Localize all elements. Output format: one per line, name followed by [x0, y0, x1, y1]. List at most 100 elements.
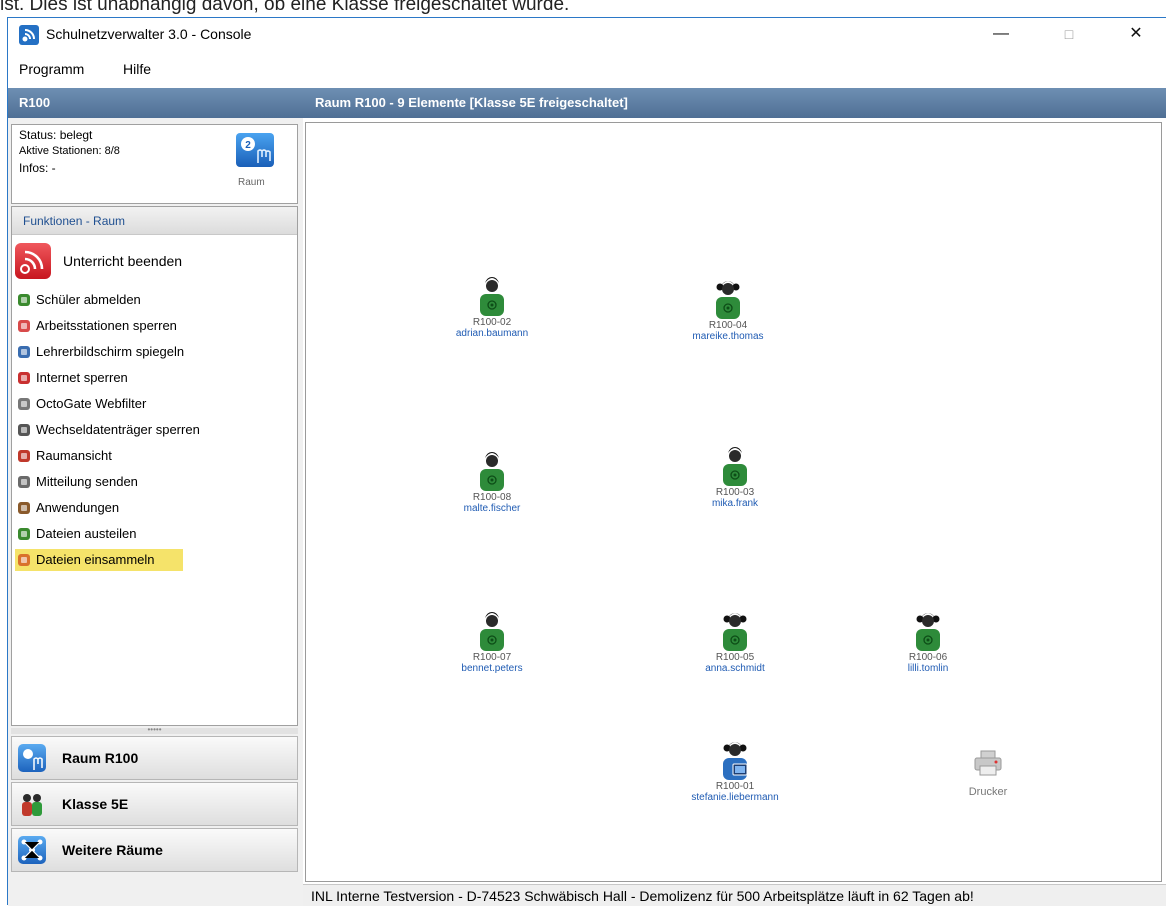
- svg-text:2: 2: [245, 140, 251, 151]
- workstation-r100-06[interactable]: R100-06 lilli.tomlin: [873, 608, 983, 688]
- applications-icon: [18, 502, 30, 514]
- minimize-button[interactable]: —: [978, 18, 1024, 50]
- panel-splitter[interactable]: •••••: [11, 726, 298, 734]
- station-user: mika.frank: [711, 498, 759, 509]
- station-user: stefanie.liebermann: [691, 792, 779, 803]
- student-icon: [716, 281, 740, 319]
- room-view-icon: [18, 450, 30, 462]
- window-title: Schulnetzverwalter 3.0 - Console: [46, 26, 252, 42]
- menu-programm[interactable]: Programm: [19, 61, 84, 77]
- app-icon: [19, 25, 39, 45]
- usb-lock-icon: [18, 424, 30, 436]
- nav-raum-r100[interactable]: Raum R100: [11, 736, 298, 780]
- station-id: R100-07: [472, 652, 512, 663]
- station-user: lilli.tomlin: [907, 663, 949, 674]
- internet-lock-icon: [18, 372, 30, 384]
- workstation-r100-08[interactable]: R100-08 malte.fischer: [437, 448, 547, 528]
- raum-icon[interactable]: 2: [236, 133, 274, 167]
- lock-station-icon: [18, 320, 30, 332]
- app-window: Schulnetzverwalter 3.0 - Console — □ ✕ P…: [7, 17, 1166, 906]
- student-icon: [480, 452, 504, 491]
- function-label: Schüler abmelden: [36, 292, 141, 307]
- room-active-stations: Aktive Stationen: 8/8: [19, 145, 120, 157]
- raum-label: Raum: [238, 177, 265, 188]
- network-nav-icon: [18, 836, 46, 864]
- workstation-r100-05[interactable]: R100-05 anna.schmidt: [680, 608, 790, 688]
- functions-panel: Funktionen - Raum Unterricht beenden Sch…: [11, 206, 298, 726]
- station-user: mareike.thomas: [692, 331, 764, 342]
- nav-klasse-5e[interactable]: Klasse 5E: [11, 782, 298, 826]
- function-item-2[interactable]: Lehrerbildschirm spiegeln: [15, 341, 184, 363]
- function-label: Raumansicht: [36, 448, 112, 463]
- filter-icon: [18, 398, 30, 410]
- nav-raum-label: Raum R100: [62, 750, 139, 766]
- station-user: bennet.peters: [461, 663, 523, 674]
- end-lesson-label: Unterricht beenden: [63, 253, 183, 269]
- class-nav-icon: [18, 790, 46, 818]
- station-id: R100-02: [472, 317, 512, 328]
- monitor-mirror-icon: [18, 346, 30, 358]
- printer-item[interactable]: Drucker: [948, 750, 1028, 810]
- function-item-7[interactable]: Mitteilung senden: [15, 471, 175, 493]
- function-item-4[interactable]: OctoGate Webfilter: [15, 393, 175, 415]
- room-nav-icon: [18, 744, 46, 772]
- room-view-header: Raum R100 - 9 Elemente [Klasse 5E freige…: [303, 88, 1166, 118]
- teacher-icon: [723, 742, 748, 780]
- broadcast-icon: [15, 243, 51, 279]
- close-button[interactable]: ✕: [1113, 18, 1159, 50]
- function-label: Dateien austeilen: [36, 526, 137, 541]
- menu-hilfe[interactable]: Hilfe: [123, 61, 151, 77]
- status-bar: INL Interne Testversion - D-74523 Schwäb…: [303, 884, 1166, 906]
- room-layout-canvas: Drucker R100-02 adrian.baumann R100-04 mare…: [305, 122, 1162, 882]
- workstation-r100-02[interactable]: R100-02 adrian.baumann: [437, 273, 547, 353]
- function-item-6[interactable]: Raumansicht: [15, 445, 175, 467]
- workstation-r100-01[interactable]: R100-01 stefanie.liebermann: [680, 737, 790, 817]
- title-bar: Schulnetzverwalter 3.0 - Console — □ ✕: [8, 18, 1166, 52]
- room-status: Status: belegt: [19, 128, 93, 142]
- function-label: Anwendungen: [36, 500, 120, 515]
- menu-bar: Programm Hilfe: [8, 52, 1166, 86]
- function-item-5[interactable]: Wechseldatenträger sperren: [15, 419, 200, 441]
- function-item-3[interactable]: Internet sperren: [15, 367, 175, 389]
- function-label: Lehrerbildschirm spiegeln: [36, 344, 185, 359]
- station-id: R100-05: [715, 652, 755, 663]
- document-text-line: ist. Dies ist unabhängig davon, ob eine …: [0, 0, 570, 15]
- function-item-9[interactable]: Dateien austeilen: [15, 523, 175, 545]
- station-id: R100-04: [708, 320, 748, 331]
- room-header: R100: [8, 88, 303, 118]
- function-item-1[interactable]: Arbeitsstationen sperren: [15, 315, 177, 337]
- maximize-button[interactable]: □: [1046, 18, 1092, 50]
- station-id: R100-03: [715, 487, 755, 498]
- station-id: R100-01: [715, 781, 755, 792]
- function-item-8[interactable]: Anwendungen: [15, 497, 175, 519]
- workstation-r100-04[interactable]: R100-04 mareike.thomas: [673, 276, 783, 356]
- left-panel: R100 Status: belegt Aktive Stationen: 8/…: [8, 88, 303, 906]
- workstation-r100-03[interactable]: R100-03 mika.frank: [680, 443, 790, 523]
- function-label: OctoGate Webfilter: [36, 396, 147, 411]
- station-user: anna.schmidt: [705, 663, 765, 674]
- functions-header: Funktionen - Raum: [12, 207, 297, 235]
- function-label: Wechseldatenträger sperren: [36, 422, 200, 437]
- nav-klasse-label: Klasse 5E: [62, 796, 129, 812]
- nav-weitere-label: Weitere Räume: [62, 842, 163, 858]
- student-icon: [723, 447, 747, 486]
- room-info-box: Status: belegt Aktive Stationen: 8/8 Inf…: [11, 124, 298, 204]
- user-logout-icon: [18, 294, 30, 306]
- function-label: Dateien einsammeln: [36, 552, 155, 567]
- function-item-0[interactable]: Schüler abmelden: [15, 289, 175, 311]
- files-distribute-icon: [18, 528, 30, 540]
- workstation-r100-07[interactable]: R100-07 bennet.peters: [437, 608, 547, 688]
- student-icon: [723, 613, 747, 651]
- function-label: Internet sperren: [36, 370, 128, 385]
- room-infos: Infos: -: [19, 161, 56, 175]
- station-id: R100-06: [908, 652, 948, 663]
- station-user: malte.fischer: [463, 503, 521, 514]
- printer-label: Drucker: [968, 786, 1008, 798]
- printer-icon: [974, 750, 1002, 776]
- function-item-10[interactable]: Dateien einsammeln: [15, 549, 183, 571]
- nav-weitere-raeume[interactable]: Weitere Räume: [11, 828, 298, 872]
- student-icon: [480, 277, 504, 316]
- station-user: adrian.baumann: [455, 328, 529, 339]
- function-label: Mitteilung senden: [36, 474, 138, 489]
- station-id: R100-08: [472, 492, 512, 503]
